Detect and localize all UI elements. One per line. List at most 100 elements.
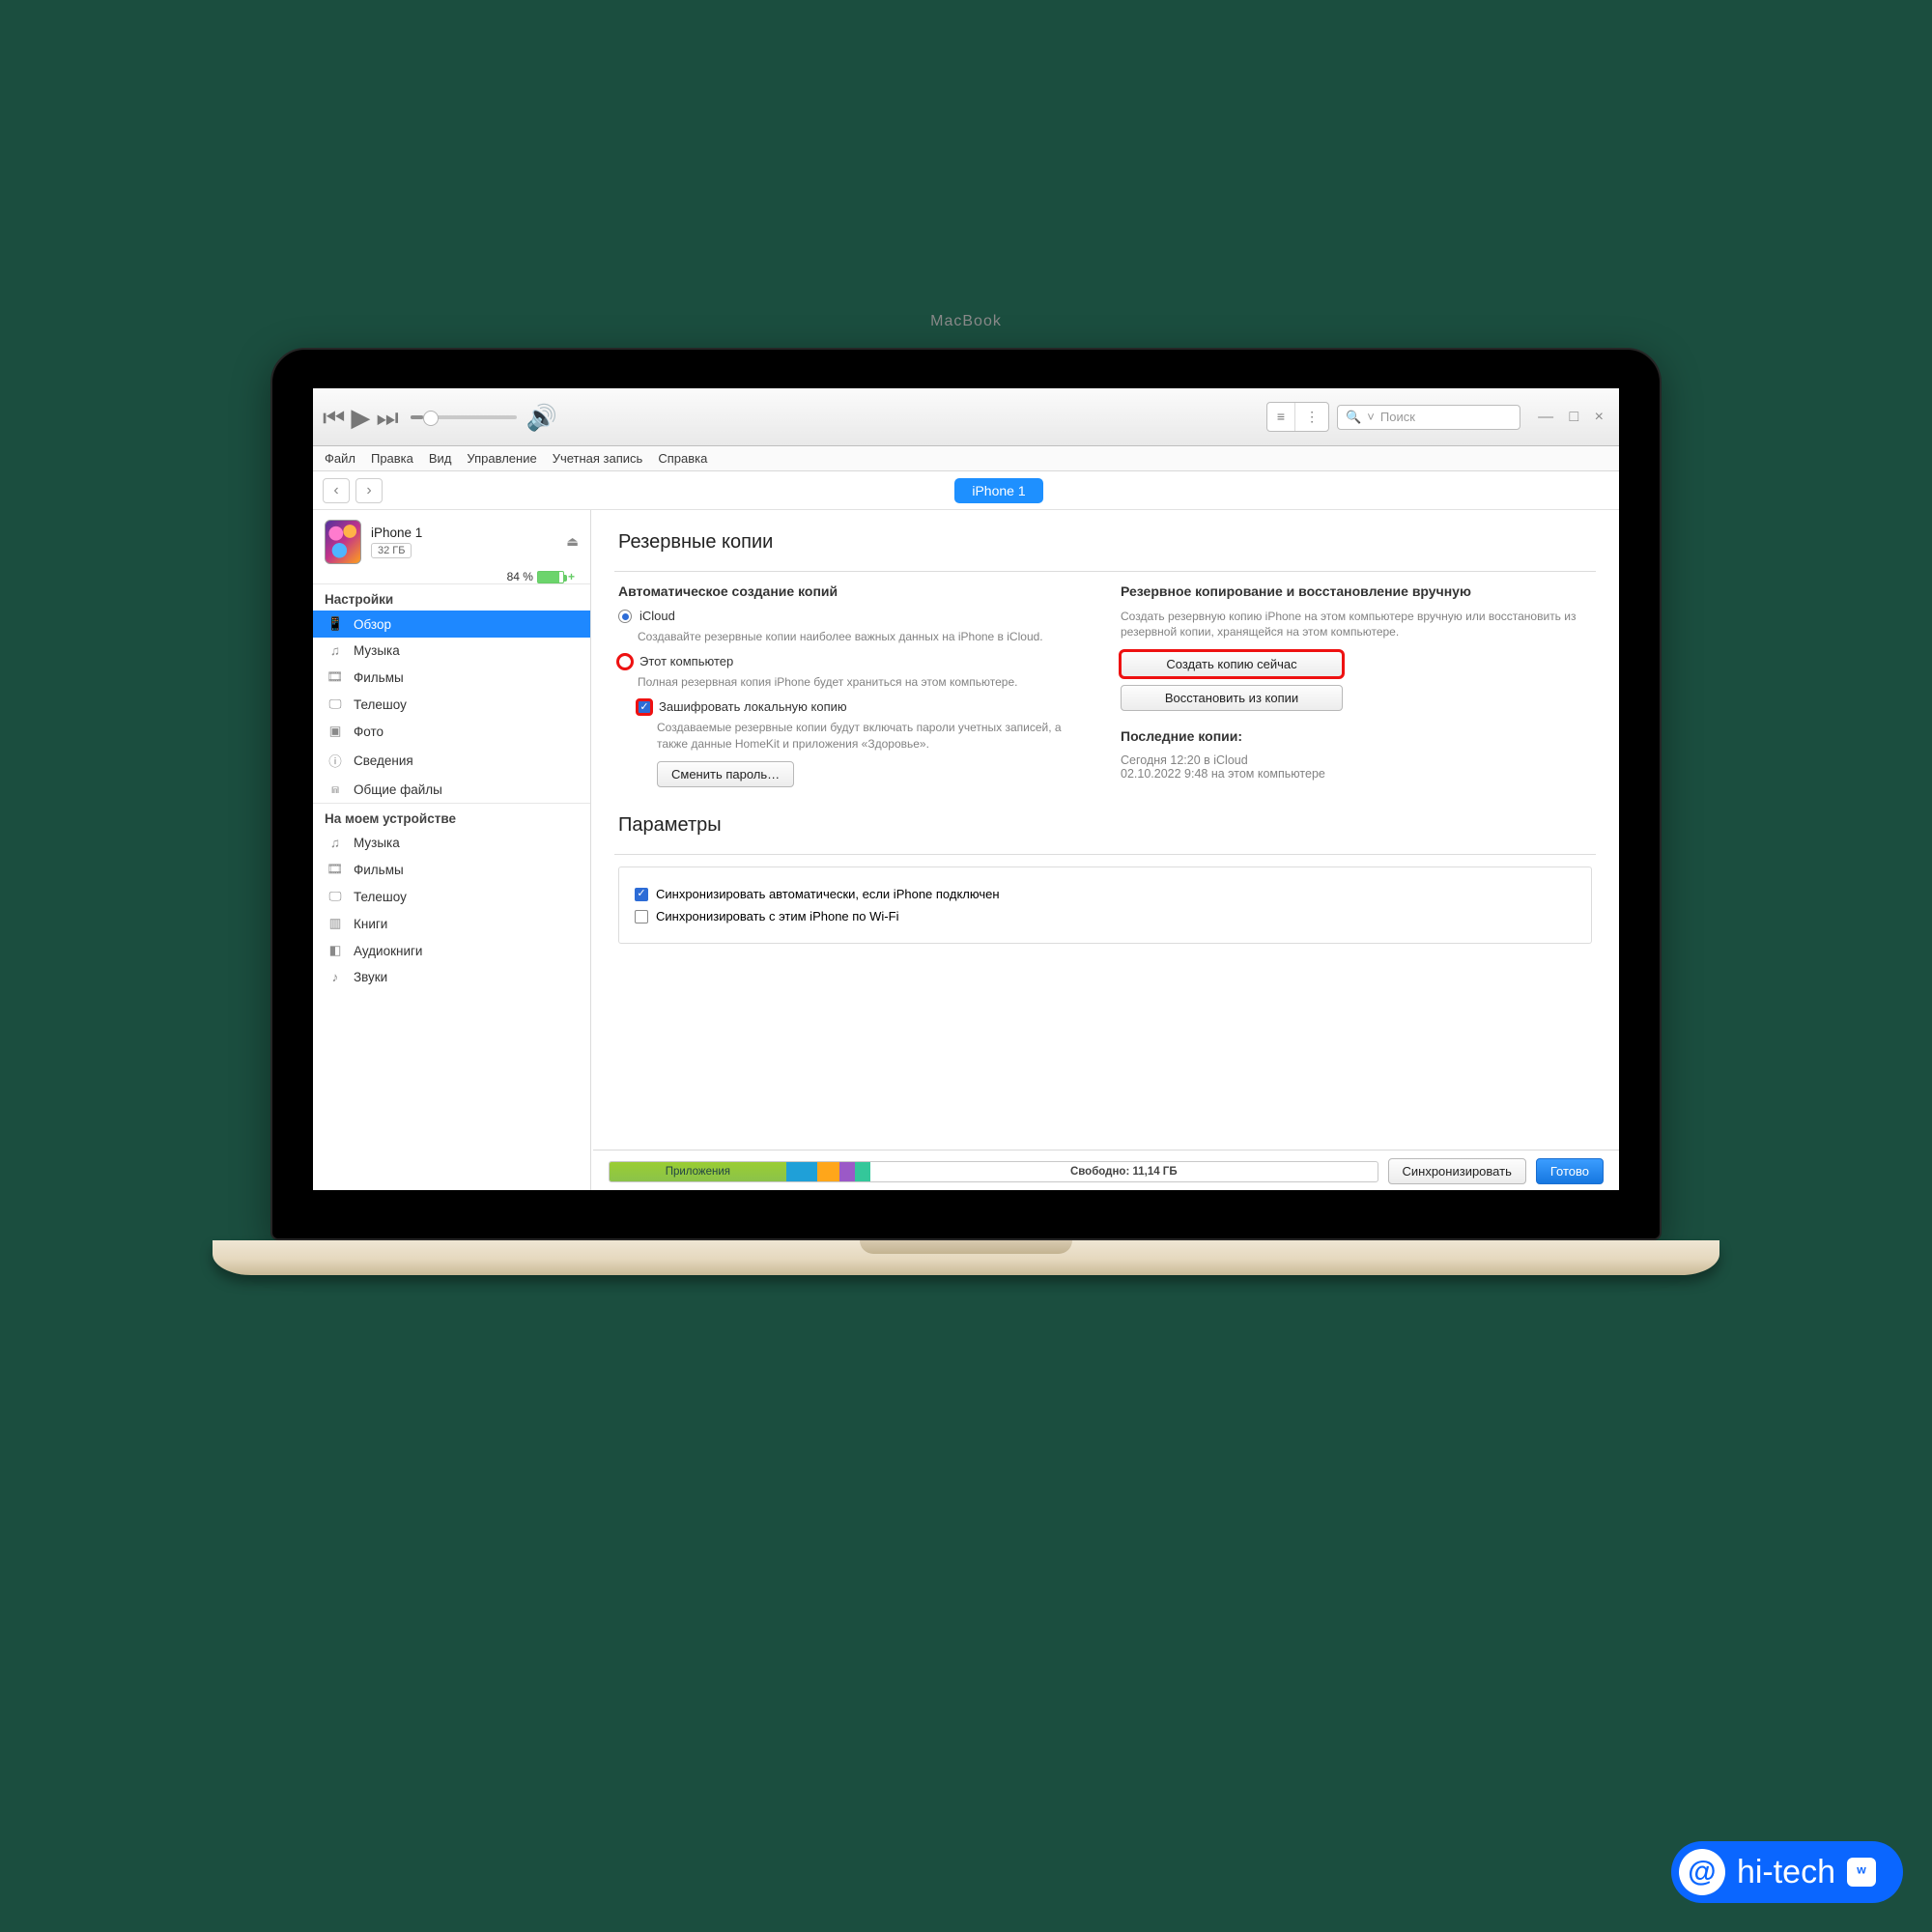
laptop-base: [213, 1240, 1719, 1275]
wifi-sync-label: Синхронизировать с этим iPhone по Wi-Fi: [656, 909, 898, 923]
film-icon: 🎞: [327, 669, 344, 685]
menu-account[interactable]: Учетная запись: [553, 451, 643, 466]
device-name: iPhone 1: [371, 526, 556, 540]
checkbox-wifi-sync[interactable]: [635, 910, 648, 923]
nav-forward-button[interactable]: ›: [355, 478, 383, 503]
sidebar-item-info[interactable]: ⓘСведения: [313, 745, 590, 776]
sidebar-item-label: Телешоу: [354, 890, 407, 904]
tv-icon: 🖵: [327, 696, 344, 712]
view-toggle[interactable]: ≡ ⋮: [1266, 402, 1329, 432]
menu-help[interactable]: Справка: [658, 451, 707, 466]
sync-button[interactable]: Синхронизировать: [1388, 1158, 1526, 1184]
wifi-sync-row[interactable]: Синхронизировать с этим iPhone по Wi-Fi: [635, 909, 1576, 923]
tones-icon: ♪: [327, 970, 344, 984]
device-icon: 📱: [327, 616, 344, 632]
watermark-text: hi-tech: [1737, 1854, 1835, 1891]
sidebar-item-label: Музыка: [354, 643, 400, 658]
encrypt-checkbox-row[interactable]: Зашифровать локальную копию: [638, 699, 1090, 714]
sidebar-item-label: Фото: [354, 724, 384, 739]
radio-icloud[interactable]: [618, 610, 632, 623]
sidebar-item-ondevice-music[interactable]: ♫Музыка: [313, 830, 590, 856]
sidebar-item-music[interactable]: ♫Музыка: [313, 638, 590, 664]
auto-backup-column: Автоматическое создание копий iCloud Соз…: [618, 583, 1090, 787]
device-header: iPhone 1 32 ГБ ⏏: [313, 510, 590, 570]
sidebar-item-ondevice-movies[interactable]: 🎞Фильмы: [313, 856, 590, 883]
sidebar-item-movies[interactable]: 🎞 Фильмы: [313, 664, 590, 691]
sidebar-item-ondevice-books[interactable]: ▥ Книги: [313, 910, 590, 937]
music-icon: ♫: [327, 836, 344, 850]
sidebar-item-label: Сведения: [354, 753, 413, 768]
change-password-button[interactable]: Сменить пароль…: [657, 761, 794, 787]
sidebar-item-label: Книги: [354, 917, 387, 931]
menu-edit[interactable]: Правка: [371, 451, 413, 466]
laptop-model-label: MacBook: [930, 313, 1002, 330]
thispc-radio-row[interactable]: Этот компьютер: [618, 654, 1090, 668]
device-pill[interactable]: iPhone 1: [954, 478, 1042, 503]
menu-controls[interactable]: Управление: [467, 451, 536, 466]
auto-sync-row[interactable]: Синхронизировать автоматически, если iPh…: [635, 887, 1576, 901]
device-capacity-badge: 32 ГБ: [371, 543, 412, 558]
icloud-radio-row[interactable]: iCloud: [618, 609, 1090, 623]
sidebar-item-ondevice-audiobooks[interactable]: ◧Аудиокниги: [313, 937, 590, 964]
icloud-label: iCloud: [639, 609, 675, 623]
sidebar-item-ondevice-tvshows[interactable]: 🖵 Телешоу: [313, 883, 590, 910]
manual-backup-description: Создать резервную копию iPhone на этом к…: [1121, 609, 1592, 639]
search-placeholder: Поиск: [1380, 410, 1415, 424]
sidebar: iPhone 1 32 ГБ ⏏ 84 % + Настройки 📱Обзор…: [313, 510, 591, 1190]
radio-this-computer[interactable]: [618, 655, 632, 668]
usage-segment: [839, 1162, 855, 1181]
backups-heading: Резервные копии: [591, 510, 1619, 559]
menu-dots-icon[interactable]: ⋮: [1295, 403, 1328, 431]
menu-file[interactable]: Файл: [325, 451, 355, 466]
usage-apps-segment: Приложения: [610, 1162, 786, 1181]
restore-backup-button[interactable]: Восстановить из копии: [1121, 685, 1343, 711]
options-box: Синхронизировать автоматически, если iPh…: [618, 867, 1592, 944]
prev-track-icon[interactable]: ⏮: [323, 405, 345, 430]
books-icon: ▥: [327, 916, 344, 931]
sidebar-item-label: Фильмы: [354, 670, 404, 685]
usage-segment: [855, 1162, 870, 1181]
battery-percent: 84 %: [507, 570, 533, 583]
watermark-badge: @ hi-tech ʷ: [1671, 1841, 1903, 1903]
charging-icon: +: [568, 570, 575, 583]
volume-slider[interactable]: [411, 415, 517, 419]
sidebar-item-summary[interactable]: 📱Обзор: [313, 611, 590, 638]
last-backups-heading: Последние копии:: [1121, 728, 1592, 744]
storage-usage-bar: Приложения Свободно: 11,14 ГБ: [609, 1161, 1378, 1182]
play-icon[interactable]: ▶: [351, 405, 370, 430]
manual-backup-heading: Резервное копирование и восстановление в…: [1121, 583, 1592, 599]
backup-now-button[interactable]: Создать копию сейчас: [1121, 651, 1343, 677]
next-track-icon[interactable]: ⏭: [376, 405, 398, 430]
sidebar-item-files[interactable]: ⩎Общие файлы: [313, 776, 590, 803]
at-icon: @: [1679, 1849, 1725, 1895]
vk-icon: ʷ: [1847, 1858, 1876, 1887]
done-button[interactable]: Готово: [1536, 1158, 1604, 1184]
sidebar-heading-ondevice: На моем устройстве: [313, 803, 590, 830]
checkbox-encrypt[interactable]: [638, 700, 651, 714]
eject-icon[interactable]: ⏏: [566, 534, 579, 550]
menubar: Файл Правка Вид Управление Учетная запис…: [313, 446, 1619, 471]
list-view-icon[interactable]: ≡: [1267, 403, 1295, 431]
sidebar-item-photos[interactable]: ▣ Фото: [313, 718, 590, 745]
last-backup-icloud: Сегодня 12:20 в iCloud: [1121, 753, 1592, 767]
sidebar-item-ondevice-tones[interactable]: ♪Звуки: [313, 964, 590, 990]
checkbox-auto-sync[interactable]: [635, 888, 648, 901]
audiobook-icon: ◧: [327, 943, 344, 958]
photo-icon: ▣: [327, 724, 344, 739]
navigation-row: ‹ › iPhone 1: [313, 471, 1619, 510]
this-computer-label: Этот компьютер: [639, 654, 733, 668]
tv-icon: 🖵: [327, 889, 344, 904]
speaker-icon: 🔊: [526, 405, 557, 430]
window-controls[interactable]: — □ ×: [1538, 409, 1609, 426]
toolbar: ⏮ ▶ ⏭ 🔊 ≡ ⋮ 🔍 ˅ П: [313, 388, 1619, 446]
main-panel: Резервные копии Автоматическое создание …: [591, 510, 1619, 1190]
sidebar-item-tvshows[interactable]: 🖵Телешоу: [313, 691, 590, 718]
sidebar-item-label: Общие файлы: [354, 782, 442, 797]
search-input[interactable]: 🔍 ˅ Поиск: [1337, 405, 1520, 430]
search-icon: 🔍: [1346, 410, 1361, 425]
nav-back-button[interactable]: ‹: [323, 478, 350, 503]
icloud-description: Создавайте резервные копии наиболее важн…: [638, 629, 1090, 644]
usage-segment: [817, 1162, 840, 1181]
divider: [614, 854, 1596, 855]
menu-view[interactable]: Вид: [429, 451, 452, 466]
